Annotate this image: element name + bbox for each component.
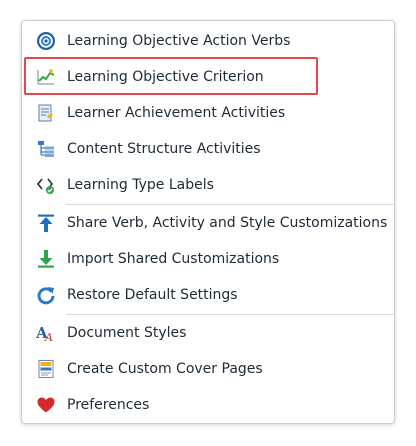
menu-item-label: Create Custom Cover Pages bbox=[67, 361, 263, 377]
menu-item-learner-achievement-activities[interactable]: Learner Achievement Activities bbox=[22, 95, 394, 131]
download-arrow-icon bbox=[38, 250, 54, 268]
menu-item-import-shared-customizations[interactable]: Import Shared Customizations bbox=[22, 241, 394, 277]
restore-icon bbox=[37, 287, 55, 305]
tree-structure-icon bbox=[38, 141, 54, 157]
target-icon bbox=[37, 32, 55, 50]
cover-page-icon bbox=[38, 360, 54, 378]
menu-item-learning-type-labels[interactable]: Learning Type Labels bbox=[22, 167, 394, 203]
menu-item-restore-default-settings[interactable]: Restore Default Settings bbox=[22, 277, 394, 313]
heart-icon bbox=[37, 397, 55, 413]
document-edit-icon bbox=[38, 104, 54, 122]
menu-item-label: Content Structure Activities bbox=[67, 141, 261, 157]
menu-item-create-custom-cover-pages[interactable]: Create Custom Cover Pages bbox=[22, 351, 394, 387]
tag-check-icon bbox=[36, 178, 54, 194]
menu-item-label: Preferences bbox=[67, 397, 150, 413]
menu-item-label: Document Styles bbox=[67, 325, 187, 341]
menu-item-preferences[interactable]: Preferences bbox=[22, 387, 394, 423]
menu-item-label: Learning Type Labels bbox=[67, 177, 214, 193]
sparkline-chart-icon bbox=[37, 69, 55, 85]
menu-item-share-customizations[interactable]: Share Verb, Activity and Style Customiza… bbox=[22, 205, 394, 241]
menu-item-label: Learning Objective Action Verbs bbox=[67, 33, 291, 49]
menu-item-label: Restore Default Settings bbox=[67, 287, 238, 303]
text-style-icon: A A bbox=[36, 324, 53, 343]
menu-item-document-styles[interactable]: A A Document Styles bbox=[22, 315, 394, 351]
menu-item-learning-objective-criterion[interactable]: Learning Objective Criterion bbox=[22, 59, 394, 95]
menu-item-content-structure-activities[interactable]: Content Structure Activities bbox=[22, 131, 394, 167]
menu-item-learning-objective-action-verbs[interactable]: Learning Objective Action Verbs bbox=[22, 23, 394, 59]
context-menu: Learning Objective Action Verbs Learning… bbox=[21, 20, 395, 424]
svg-text:A: A bbox=[44, 331, 53, 343]
menu-item-label: Share Verb, Activity and Style Customiza… bbox=[67, 215, 388, 231]
menu-item-label: Learner Achievement Activities bbox=[67, 105, 286, 121]
upload-arrow-icon bbox=[38, 214, 54, 232]
menu-item-label: Import Shared Customizations bbox=[67, 251, 280, 267]
menu-item-label: Learning Objective Criterion bbox=[67, 69, 264, 85]
